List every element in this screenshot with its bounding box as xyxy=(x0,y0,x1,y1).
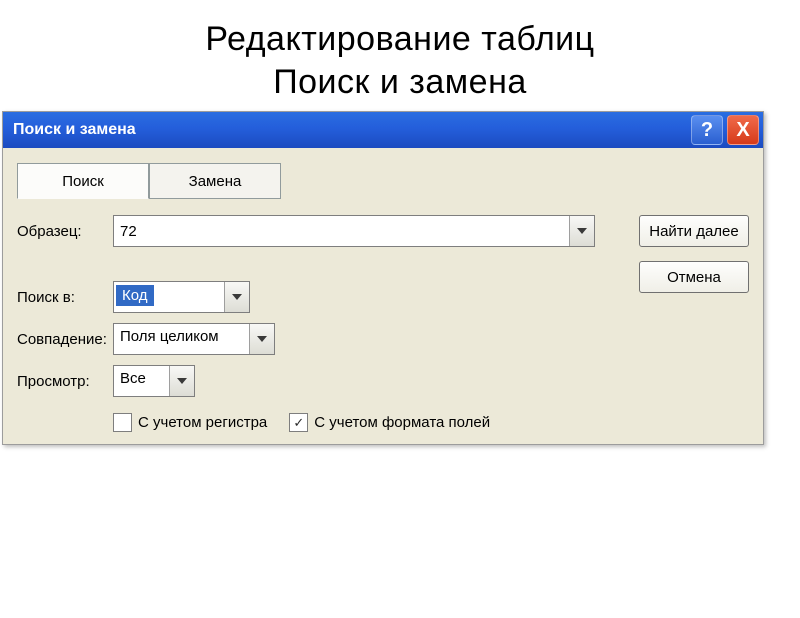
tab-search[interactable]: Поиск xyxy=(17,163,149,199)
find-replace-dialog: Поиск и замена ? X Поиск Замена Образец: xyxy=(2,111,764,445)
view-row: Просмотр: Все xyxy=(17,365,639,397)
tab-replace-label: Замена xyxy=(189,173,242,190)
search-in-value: Код xyxy=(116,285,154,306)
pattern-input[interactable] xyxy=(114,216,569,246)
close-icon: X xyxy=(736,119,749,142)
tabs: Поиск Замена xyxy=(17,163,749,199)
field-format-option[interactable]: ✓ С учетом формата полей xyxy=(289,413,490,432)
tab-replace[interactable]: Замена xyxy=(149,163,281,199)
find-next-button[interactable]: Найти далее xyxy=(639,215,749,247)
field-format-checkbox[interactable]: ✓ xyxy=(289,413,308,432)
match-combobox[interactable]: Поля целиком xyxy=(113,323,275,355)
chevron-down-icon[interactable] xyxy=(224,282,249,312)
close-button[interactable]: X xyxy=(727,115,759,145)
checkbox-row: С учетом регистра ✓ С учетом формата пол… xyxy=(113,413,749,432)
action-buttons: Найти далее Отмена xyxy=(639,215,749,293)
pattern-label: Образец: xyxy=(17,223,113,240)
search-in-label: Поиск в: xyxy=(17,289,113,306)
cancel-button[interactable]: Отмена xyxy=(639,261,749,293)
view-label: Просмотр: xyxy=(17,373,113,390)
chevron-down-icon[interactable] xyxy=(569,216,594,246)
titlebar: Поиск и замена ? X xyxy=(3,112,763,148)
case-sensitive-label: С учетом регистра xyxy=(138,414,267,431)
chevron-down-icon[interactable] xyxy=(249,324,274,354)
titlebar-controls: ? X xyxy=(691,115,759,145)
match-row: Совпадение: Поля целиком xyxy=(17,323,639,355)
window-title: Поиск и замена xyxy=(13,121,136,139)
view-value: Все xyxy=(114,366,169,396)
help-button[interactable]: ? xyxy=(691,115,723,145)
case-sensitive-checkbox[interactable] xyxy=(113,413,132,432)
slide-title-line1: Редактирование таблиц xyxy=(205,20,594,58)
slide-title-line2: Поиск и замена xyxy=(273,63,527,101)
dialog-body: Поиск Замена Образец: xyxy=(3,148,763,444)
search-in-combobox[interactable]: Код xyxy=(113,281,250,313)
checkmark-icon: ✓ xyxy=(293,415,304,431)
chevron-down-icon[interactable] xyxy=(169,366,194,396)
tab-search-label: Поиск xyxy=(62,173,104,190)
case-sensitive-option[interactable]: С учетом регистра xyxy=(113,413,267,432)
pattern-row: Образец: xyxy=(17,215,639,247)
search-in-row: Поиск в: Код xyxy=(17,281,639,313)
match-label: Совпадение: xyxy=(17,331,113,348)
view-combobox[interactable]: Все xyxy=(113,365,195,397)
slide-title: Редактирование таблиц Поиск и замена xyxy=(0,18,800,103)
match-value: Поля целиком xyxy=(114,324,249,354)
help-icon: ? xyxy=(701,119,713,142)
field-format-label: С учетом формата полей xyxy=(314,414,490,431)
pattern-combobox[interactable] xyxy=(113,215,595,247)
